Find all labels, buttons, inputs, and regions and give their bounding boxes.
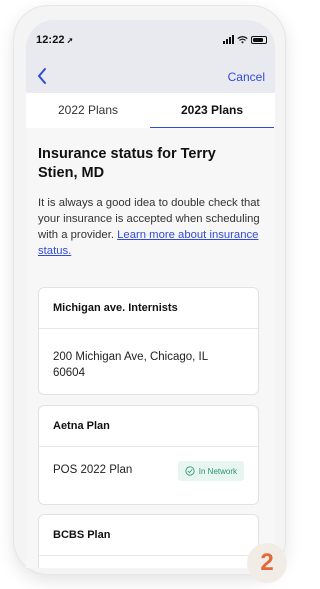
check-circle-icon <box>185 466 195 476</box>
insurance-content: Insurance status for Terry Stien, MD It … <box>26 128 275 568</box>
plan-title: BCBS Plan <box>53 529 111 541</box>
signal-icon <box>223 35 234 44</box>
badge-label: In Network <box>198 466 237 476</box>
tab-2022-plans[interactable]: 2022 Plans <box>26 93 150 128</box>
plan-title: Aetna Plan <box>53 420 110 432</box>
plan-name: POS 2022 Plan <box>53 464 133 476</box>
nav-bar: Cancel <box>26 60 275 93</box>
card-header: Michigan ave. Internists <box>39 288 258 329</box>
step-number: 2 <box>260 549 274 576</box>
system-icons <box>223 35 267 44</box>
plan-year-tabs: 2022 Plans 2023 Plans <box>26 93 275 129</box>
in-network-badge: In Network <box>177 461 244 481</box>
location-address: 200 Michigan Ave, Chicago, IL 60604 <box>53 351 208 379</box>
cancel-button[interactable]: Cancel <box>228 70 265 84</box>
battery-icon <box>251 36 267 44</box>
location-card: Michigan ave. Internists 200 Michigan Av… <box>38 287 259 395</box>
wifi-icon <box>237 36 248 44</box>
status-time: 12:22 ➚ <box>36 34 73 46</box>
location-name: Michigan ave. Internists <box>53 302 178 314</box>
back-chevron-icon[interactable] <box>34 66 50 86</box>
card-header: Aetna Plan <box>39 406 258 447</box>
card-header: BCBS Plan <box>39 515 258 556</box>
aetna-plan-card: Aetna Plan POS 2022 Plan In Network <box>38 405 259 505</box>
location-arrow-icon: ➚ <box>66 36 74 45</box>
page-title: Insurance status for Terry Stien, MD <box>38 146 216 181</box>
bcbs-plan-card: BCBS Plan <box>38 514 259 568</box>
step-number-badge: 2 <box>247 543 287 583</box>
tab-2023-plans[interactable]: 2023 Plans <box>150 93 274 129</box>
app-screen: 12:22 ➚ Cancel 2022 Plans 2023 Plans Insu… <box>26 20 275 568</box>
status-bar: 12:22 ➚ <box>26 20 275 60</box>
description-text: It is always a good idea to double check… <box>38 195 266 259</box>
time-label: 12:22 <box>36 34 65 46</box>
